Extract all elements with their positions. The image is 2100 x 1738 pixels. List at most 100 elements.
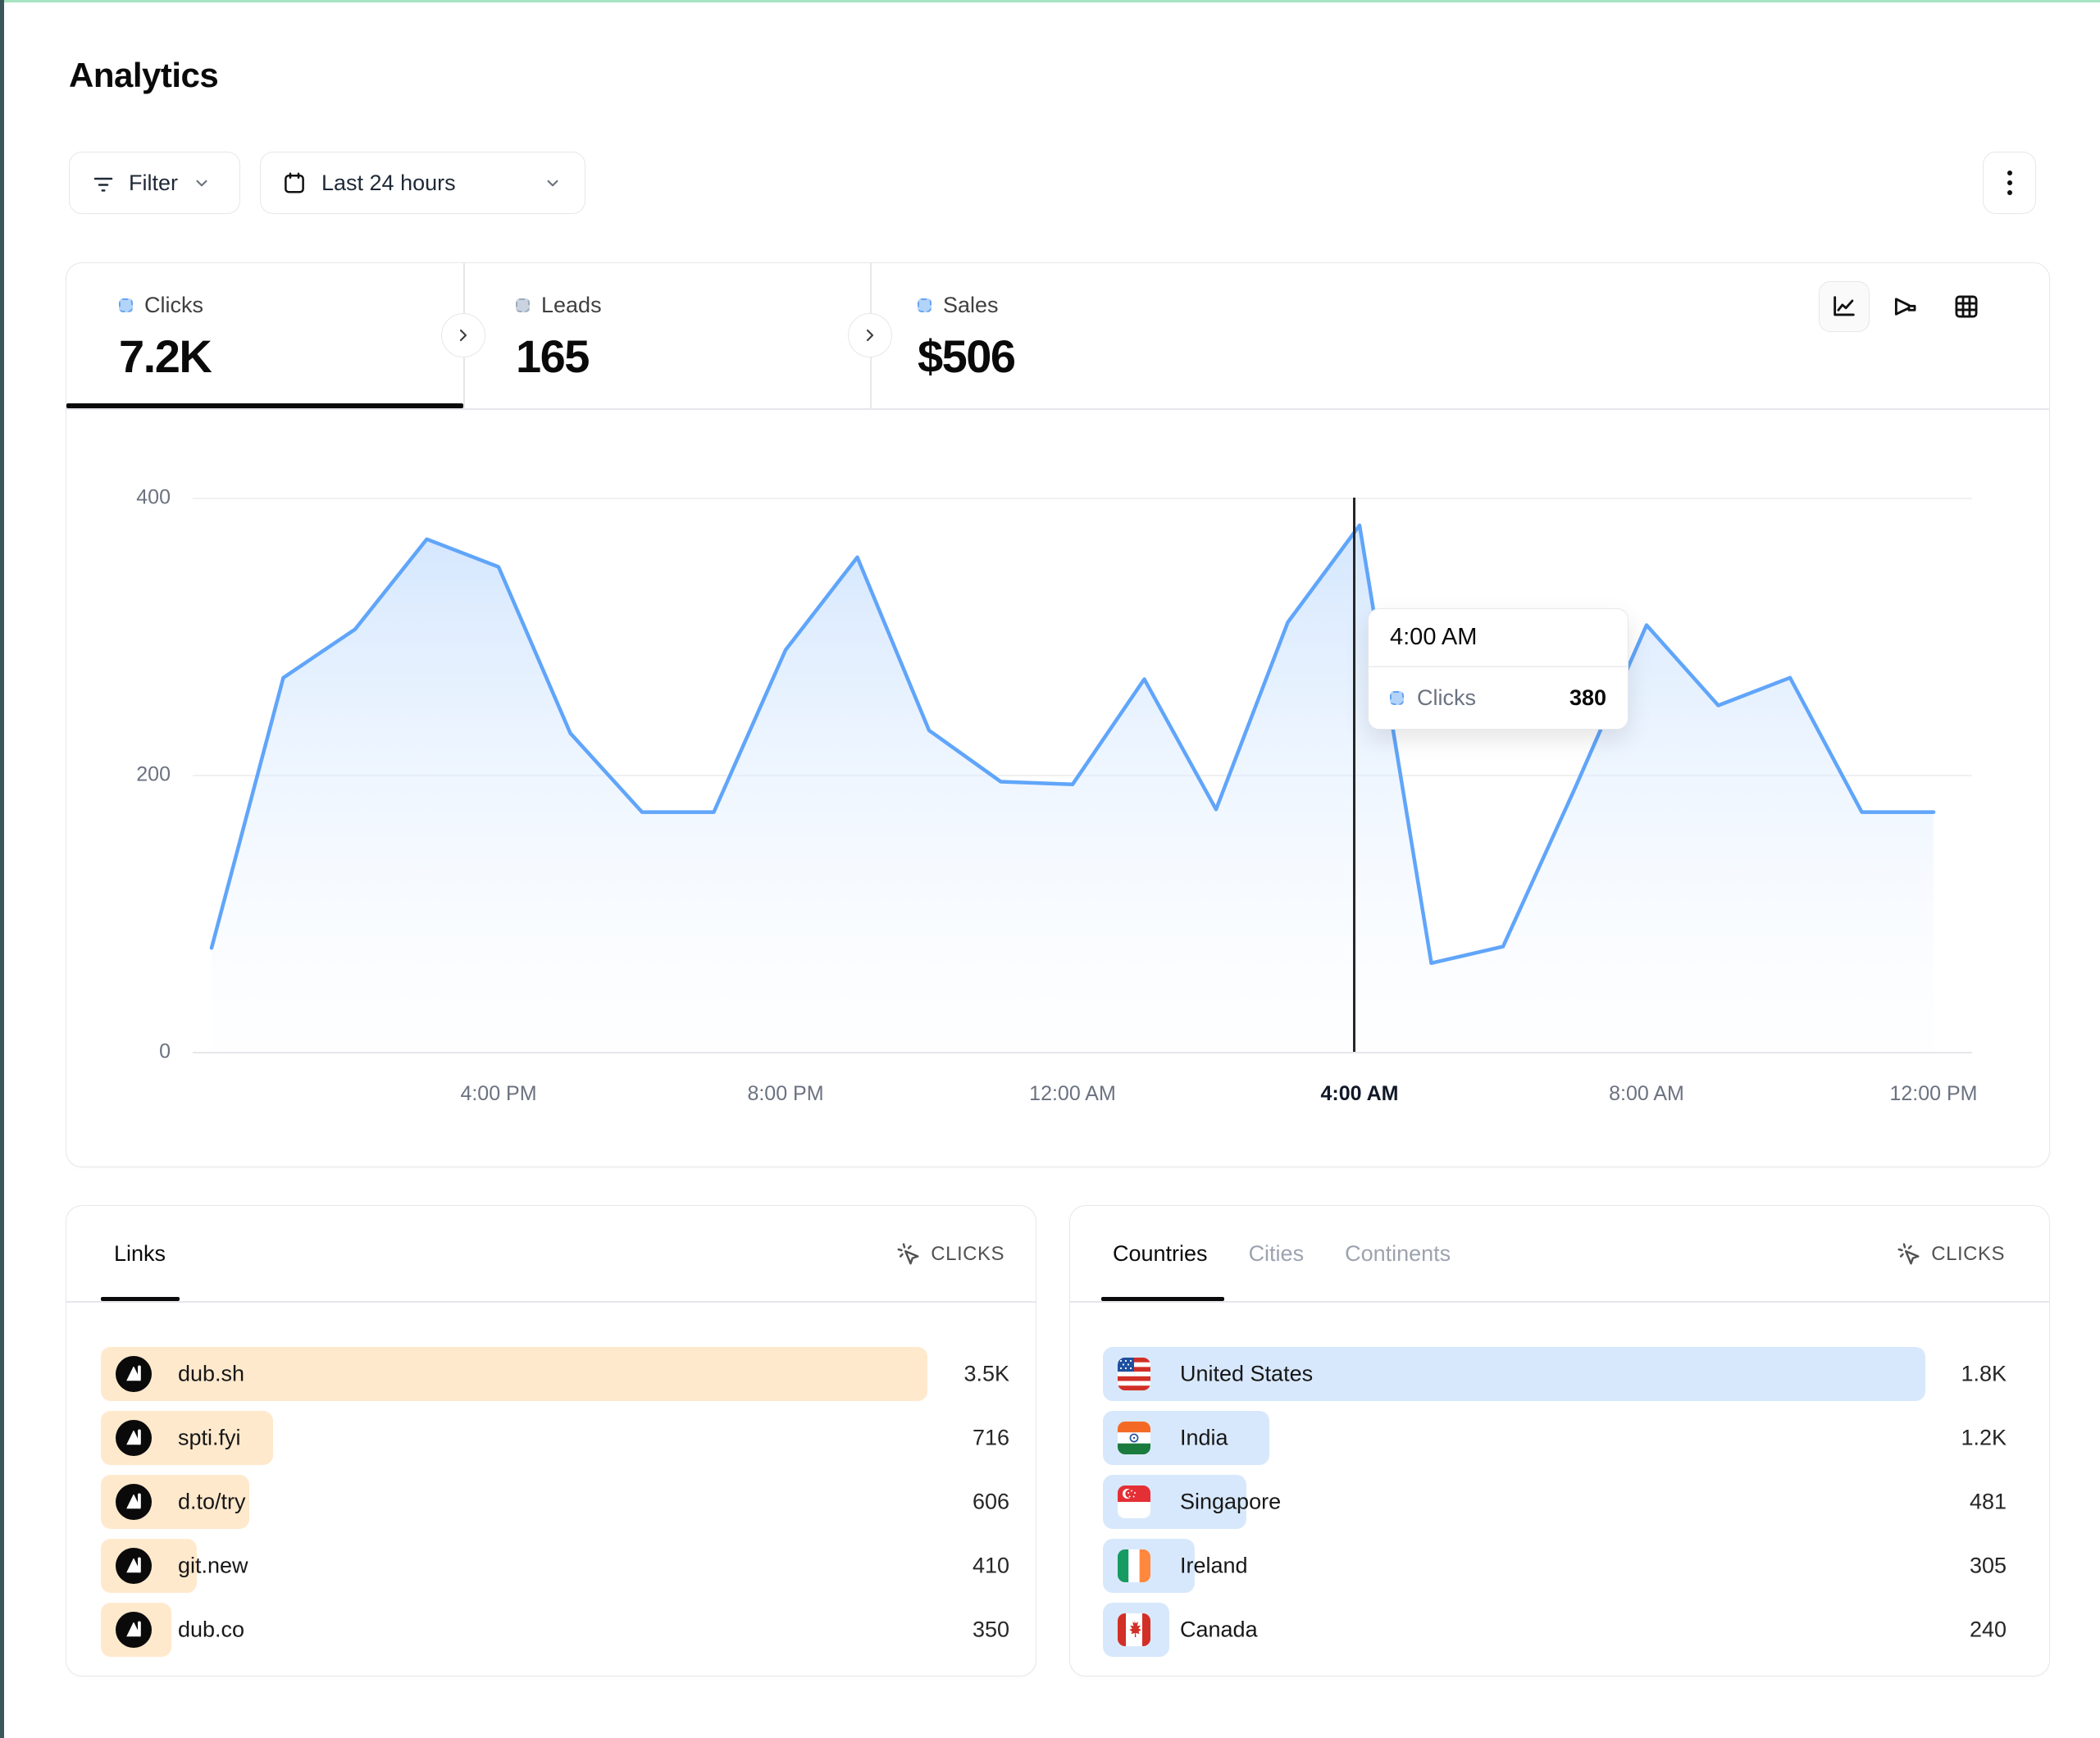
tooltip-series-value: 380 [1569, 685, 1606, 711]
link-row-git-new[interactable]: git.new 410 [101, 1539, 1009, 1593]
metric-tab-leads[interactable]: Leads 165 [516, 284, 602, 383]
link-row-dub-sh[interactable]: dub.sh 3.5K [101, 1347, 1009, 1401]
dub-logo-icon [116, 1356, 152, 1392]
view-funnel-chart-button[interactable] [1879, 281, 1930, 332]
x-tick-4-00-pm: 4:00 PM [460, 1082, 536, 1106]
geo-tabs: Countries Cities Continents [1113, 1241, 1451, 1267]
dub-logo-icon [116, 1548, 152, 1584]
link-row-d-to-try[interactable]: d.to/try606 [101, 1475, 1009, 1529]
country-row-india[interactable]: India1.2K [1103, 1411, 2007, 1465]
tab-countries[interactable]: Countries [1113, 1241, 1208, 1267]
country-value: 1.2K [1961, 1426, 2007, 1451]
link-value: 3.5K [963, 1362, 1009, 1387]
flag-wrapper [1118, 1484, 1154, 1520]
country-row-united-states[interactable]: United States1.8K [1103, 1347, 2007, 1401]
clicks-metric-label: Clicks [144, 293, 203, 318]
tab-links[interactable]: Links [114, 1241, 166, 1267]
clicks-legend-swatch [119, 298, 133, 312]
filter-button-label: Filter [129, 171, 178, 196]
links-metric-label: CLICKS [931, 1243, 1004, 1266]
kebab-menu-icon [2007, 171, 2012, 195]
clicks-area-chart[interactable] [193, 459, 1972, 1058]
link-label: dub.co [178, 1617, 244, 1643]
country-label: Singapore [1180, 1490, 1281, 1515]
sales-metric-label: Sales [943, 293, 999, 318]
active-metric-underline [66, 403, 463, 408]
country-row-singapore[interactable]: Singapore 481 [1103, 1475, 2007, 1529]
leads-metric-label: Leads [541, 293, 602, 318]
expand-clicks-button[interactable] [441, 313, 485, 357]
line-chart-icon [1830, 293, 1858, 321]
link-value: 716 [973, 1426, 1009, 1451]
flag-wrapper [1118, 1612, 1154, 1648]
country-label: Canada [1180, 1617, 1258, 1643]
filter-button[interactable]: Filter [69, 152, 240, 214]
sales-legend-swatch [918, 298, 932, 312]
link-value: 410 [973, 1554, 1009, 1579]
flag-wrapper [1118, 1548, 1154, 1584]
x-tick-4-00-am: 4:00 AM [1321, 1082, 1399, 1106]
country-row-canada[interactable]: Canada 240 [1103, 1603, 2007, 1657]
country-row-ireland[interactable]: Ireland305 [1103, 1539, 2007, 1593]
cursor-click-icon [896, 1242, 921, 1267]
date-range-button[interactable]: Last 24 hours [260, 152, 585, 214]
x-tick-8-00-pm: 8:00 PM [747, 1082, 823, 1106]
table-grid-icon [1952, 293, 1980, 321]
more-options-button[interactable] [1983, 152, 2036, 214]
stats-bottom-divider [66, 408, 2049, 410]
date-range-label: Last 24 hours [321, 171, 456, 196]
dub-logo-icon [116, 1420, 152, 1456]
country-value: 305 [1970, 1554, 2007, 1579]
countries-panel: Countries Cities Continents CLICKS United … [1069, 1205, 2050, 1677]
flag-canada-icon [1118, 1613, 1150, 1646]
link-label: d.to/try [178, 1490, 246, 1515]
view-line-chart-button[interactable] [1819, 281, 1870, 332]
chevron-down-icon [542, 172, 563, 193]
countries-metric-selector[interactable]: CLICKS [1897, 1206, 2005, 1302]
chevron-down-icon [191, 172, 212, 193]
link-label: dub.sh [178, 1362, 244, 1387]
expand-leads-button[interactable] [848, 313, 892, 357]
calendar-icon [282, 171, 307, 195]
link-label: git.new [178, 1554, 248, 1579]
window-top-edge [0, 0, 2100, 2]
dub-logo-icon [116, 1612, 152, 1648]
y-tick-200: 200 [97, 763, 171, 787]
links-metric-selector[interactable]: CLICKS [896, 1206, 1004, 1302]
x-tick-12-00-pm: 12:00 PM [1889, 1082, 1977, 1106]
chart-area-fill [212, 525, 1934, 1052]
cursor-click-icon [1897, 1242, 1921, 1267]
y-tick-400: 400 [97, 486, 171, 510]
clicks-metric-value: 7.2K [119, 330, 211, 383]
flag-us-icon [1118, 1358, 1150, 1390]
link-row-dub-co[interactable]: dub.co 350 [101, 1603, 1009, 1657]
flag-ireland-icon [1118, 1549, 1150, 1582]
links-head-divider [66, 1301, 1036, 1303]
country-value: 481 [1970, 1490, 2007, 1515]
link-label: spti.fyi [178, 1426, 241, 1451]
dub-logo-icon [116, 1484, 152, 1520]
tooltip-series-label: Clicks [1417, 685, 1556, 711]
countries-head-divider [1070, 1301, 2049, 1303]
country-value: 240 [1970, 1617, 2007, 1643]
view-table-button[interactable] [1941, 281, 1992, 332]
chart-crosshair [1353, 498, 1355, 1052]
link-row-spti-fyi[interactable]: spti.fyi 716 [101, 1411, 1009, 1465]
tab-continents[interactable]: Continents [1345, 1241, 1451, 1267]
link-value: 350 [973, 1617, 1009, 1643]
countries-list: United States1.8K India1.2K Singapore 481 Ir… [1103, 1347, 2007, 1667]
x-tick-12-00-am: 12:00 AM [1029, 1082, 1116, 1106]
flag-india-icon [1118, 1422, 1150, 1454]
chevron-right-icon [860, 325, 880, 345]
y-tick-0: 0 [97, 1040, 171, 1064]
tooltip-series-swatch [1390, 691, 1404, 705]
links-panel: Links CLICKS dub.sh 3.5K spti.fyi 716 d.to/t… [66, 1205, 1036, 1677]
country-value: 1.8K [1961, 1362, 2007, 1387]
countries-metric-label: CLICKS [1931, 1243, 2005, 1266]
window-left-edge [0, 0, 4, 1738]
metric-tab-clicks[interactable]: Clicks 7.2K [119, 284, 211, 383]
metric-tab-sales[interactable]: Sales $506 [918, 284, 1015, 383]
flag-singapore-icon [1118, 1485, 1150, 1518]
flag-wrapper [1118, 1420, 1154, 1456]
tab-cities[interactable]: Cities [1249, 1241, 1305, 1267]
